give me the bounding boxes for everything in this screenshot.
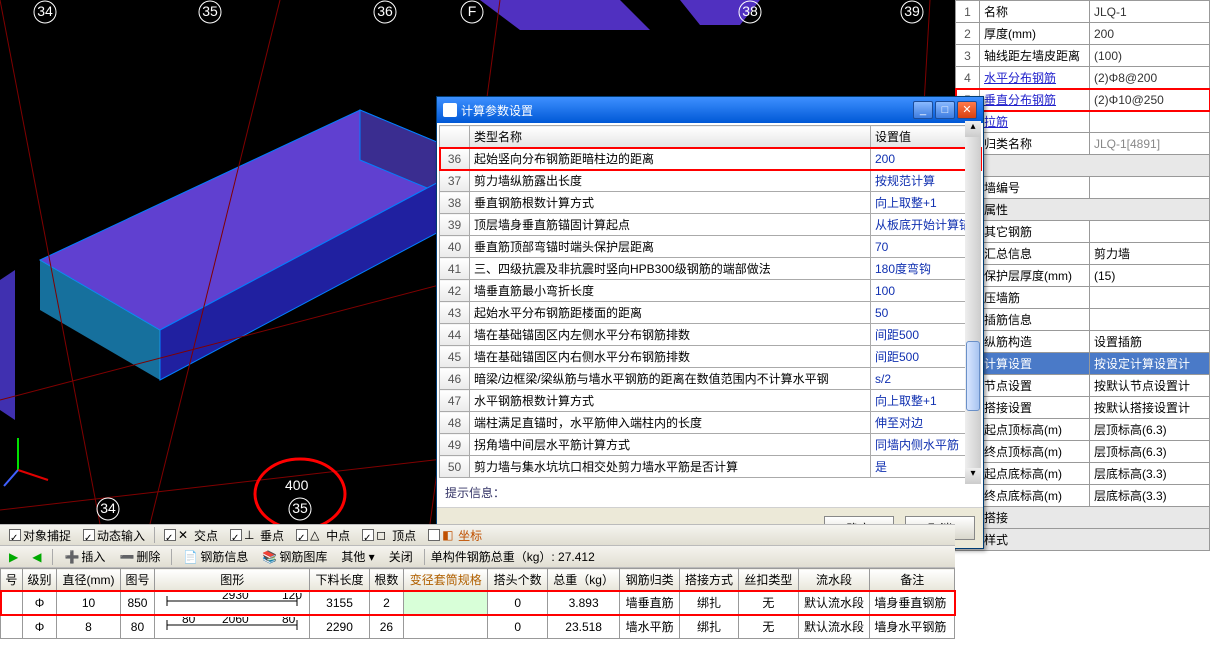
close-button[interactable]: ✕ (957, 101, 977, 119)
svg-text:120: 120 (282, 593, 302, 602)
rebar-info[interactable]: 📄钢筋信息 (178, 546, 253, 567)
svg-text:34: 34 (100, 500, 116, 516)
rebar-lib[interactable]: 📚钢筋图库 (257, 546, 332, 567)
dialog-icon: ⚙ (443, 103, 457, 117)
param-row-47[interactable]: 47水平钢筋根数计算方式向上取整+1 (440, 390, 981, 412)
vert-rebar-link[interactable]: 垂直分布钢筋 (980, 89, 1090, 111)
snap-object[interactable]: 对象捕捉 (4, 525, 76, 546)
snap-intersect[interactable]: ✕交点 (159, 525, 223, 546)
calc-param-dialog: ⚙ 计算参数设置 _ □ ✕ 类型名称设置值 36起始竖向分布钢筋距暗柱边的距离… (436, 96, 984, 549)
nav-last[interactable]: ◀ (27, 548, 46, 566)
rebar-row-1[interactable]: Φ88080206080229026023.518墙水平筋绑扎无默认流水段墙身水… (1, 615, 955, 639)
dynamic-input[interactable]: 动态输入 (78, 525, 150, 546)
rebar-toolbar: ▶ ◀ ➕插入 ➖删除 📄钢筋信息 📚钢筋图库 其他 ▾ 关闭 单构件钢筋总重（… (0, 546, 955, 568)
insert-button[interactable]: ➕插入 (59, 546, 110, 567)
total-weight-label: 单构件钢筋总重（kg）: 27.412 (431, 548, 595, 565)
min-button[interactable]: _ (913, 101, 933, 119)
param-row-40[interactable]: 40垂直筋顶部弯锚时端头保护层距离70 (440, 236, 981, 258)
svg-text:35: 35 (292, 500, 308, 516)
param-row-49[interactable]: 49拐角墙中间层水平筋计算方式同墙内侧水平筋 (440, 434, 981, 456)
svg-text:80: 80 (282, 617, 296, 626)
axis-34: 34 (37, 3, 53, 19)
param-row-50[interactable]: 50剪力墙与集水坑坑口相交处剪力墙水平筋是否计算是 (440, 456, 981, 478)
param-row-41[interactable]: 41三、四级抗震及非抗震时竖向HPB300级钢筋的端部做法180度弯钩 (440, 258, 981, 280)
param-row-38[interactable]: 38垂直钢筋根数计算方式向上取整+1 (440, 192, 981, 214)
snap-mid[interactable]: △中点 (291, 525, 355, 546)
snap-toolbar: 对象捕捉 动态输入 ✕交点 ⊥垂点 △中点 ◻顶点 ◧坐标 (0, 524, 955, 546)
other-menu[interactable]: 其他 ▾ (336, 546, 379, 567)
svg-text:F: F (468, 3, 477, 19)
snap-perp[interactable]: ⊥垂点 (225, 525, 289, 546)
param-row-43[interactable]: 43起始水平分布钢筋距楼面的距离50 (440, 302, 981, 324)
param-row-36[interactable]: 36起始竖向分布钢筋距暗柱边的距离200 (440, 148, 981, 170)
svg-text:39: 39 (904, 3, 920, 19)
snap-vertex[interactable]: ◻顶点 (357, 525, 421, 546)
nav-first[interactable]: ▶ (4, 548, 23, 566)
snap-coord[interactable]: ◧坐标 (423, 525, 487, 546)
dim-400: 400 (285, 477, 309, 493)
delete-button[interactable]: ➖删除 (114, 546, 165, 567)
svg-text:2930: 2930 (222, 593, 249, 602)
hint-label: 提示信息： (439, 478, 981, 505)
param-row-37[interactable]: 37剪力墙纵筋露出长度按规范计算 (440, 170, 981, 192)
svg-text:36: 36 (377, 3, 393, 19)
rebar-result-table[interactable]: 号级别直径(mm)图号图形下料长度根数变径套筒规格搭头个数总重（kg）钢筋归类搭… (0, 568, 955, 639)
close-table[interactable]: 关闭 (384, 546, 418, 567)
dialog-title: 计算参数设置 (461, 102, 909, 119)
param-row-46[interactable]: 46暗梁/边框梁/梁纵筋与墙水平钢筋的距离在数值范围内不计算水平钢s/2 (440, 368, 981, 390)
svg-text:35: 35 (202, 3, 218, 19)
param-row-42[interactable]: 42墙垂直筋最小弯折长度100 (440, 280, 981, 302)
param-grid[interactable]: 类型名称设置值 36起始竖向分布钢筋距暗柱边的距离20037剪力墙纵筋露出长度按… (439, 125, 981, 478)
svg-text:38: 38 (742, 3, 758, 19)
max-button[interactable]: □ (935, 101, 955, 119)
param-row-44[interactable]: 44墙在基础锚固区内左侧水平分布钢筋排数间距500 (440, 324, 981, 346)
rebar-row-0[interactable]: Φ1085029301203155203.893墙垂直筋绑扎无默认流水段墙身垂直… (1, 591, 955, 615)
property-panel: 1名称JLQ-1 2厚度(mm)200 3轴线距左墙皮距离(100) 4水平分布… (955, 0, 1210, 551)
dialog-scrollbar[interactable]: ▴▾ (965, 121, 981, 484)
horiz-rebar-link[interactable]: 水平分布钢筋 (980, 67, 1090, 89)
param-row-39[interactable]: 39顶层墙身垂直筋锚固计算起点从板底开始计算锚 (440, 214, 981, 236)
svg-text:80: 80 (182, 617, 196, 626)
tie-rebar-link[interactable]: 拉筋 (980, 111, 1090, 133)
calc-settings-row[interactable]: 计算设置 (980, 353, 1090, 375)
param-row-48[interactable]: 48端柱满足直锚时，水平筋伸入端柱内的长度伸至对边 (440, 412, 981, 434)
svg-text:2060: 2060 (222, 617, 249, 626)
param-row-45[interactable]: 45墙在基础锚固区内右侧水平分布钢筋排数间距500 (440, 346, 981, 368)
